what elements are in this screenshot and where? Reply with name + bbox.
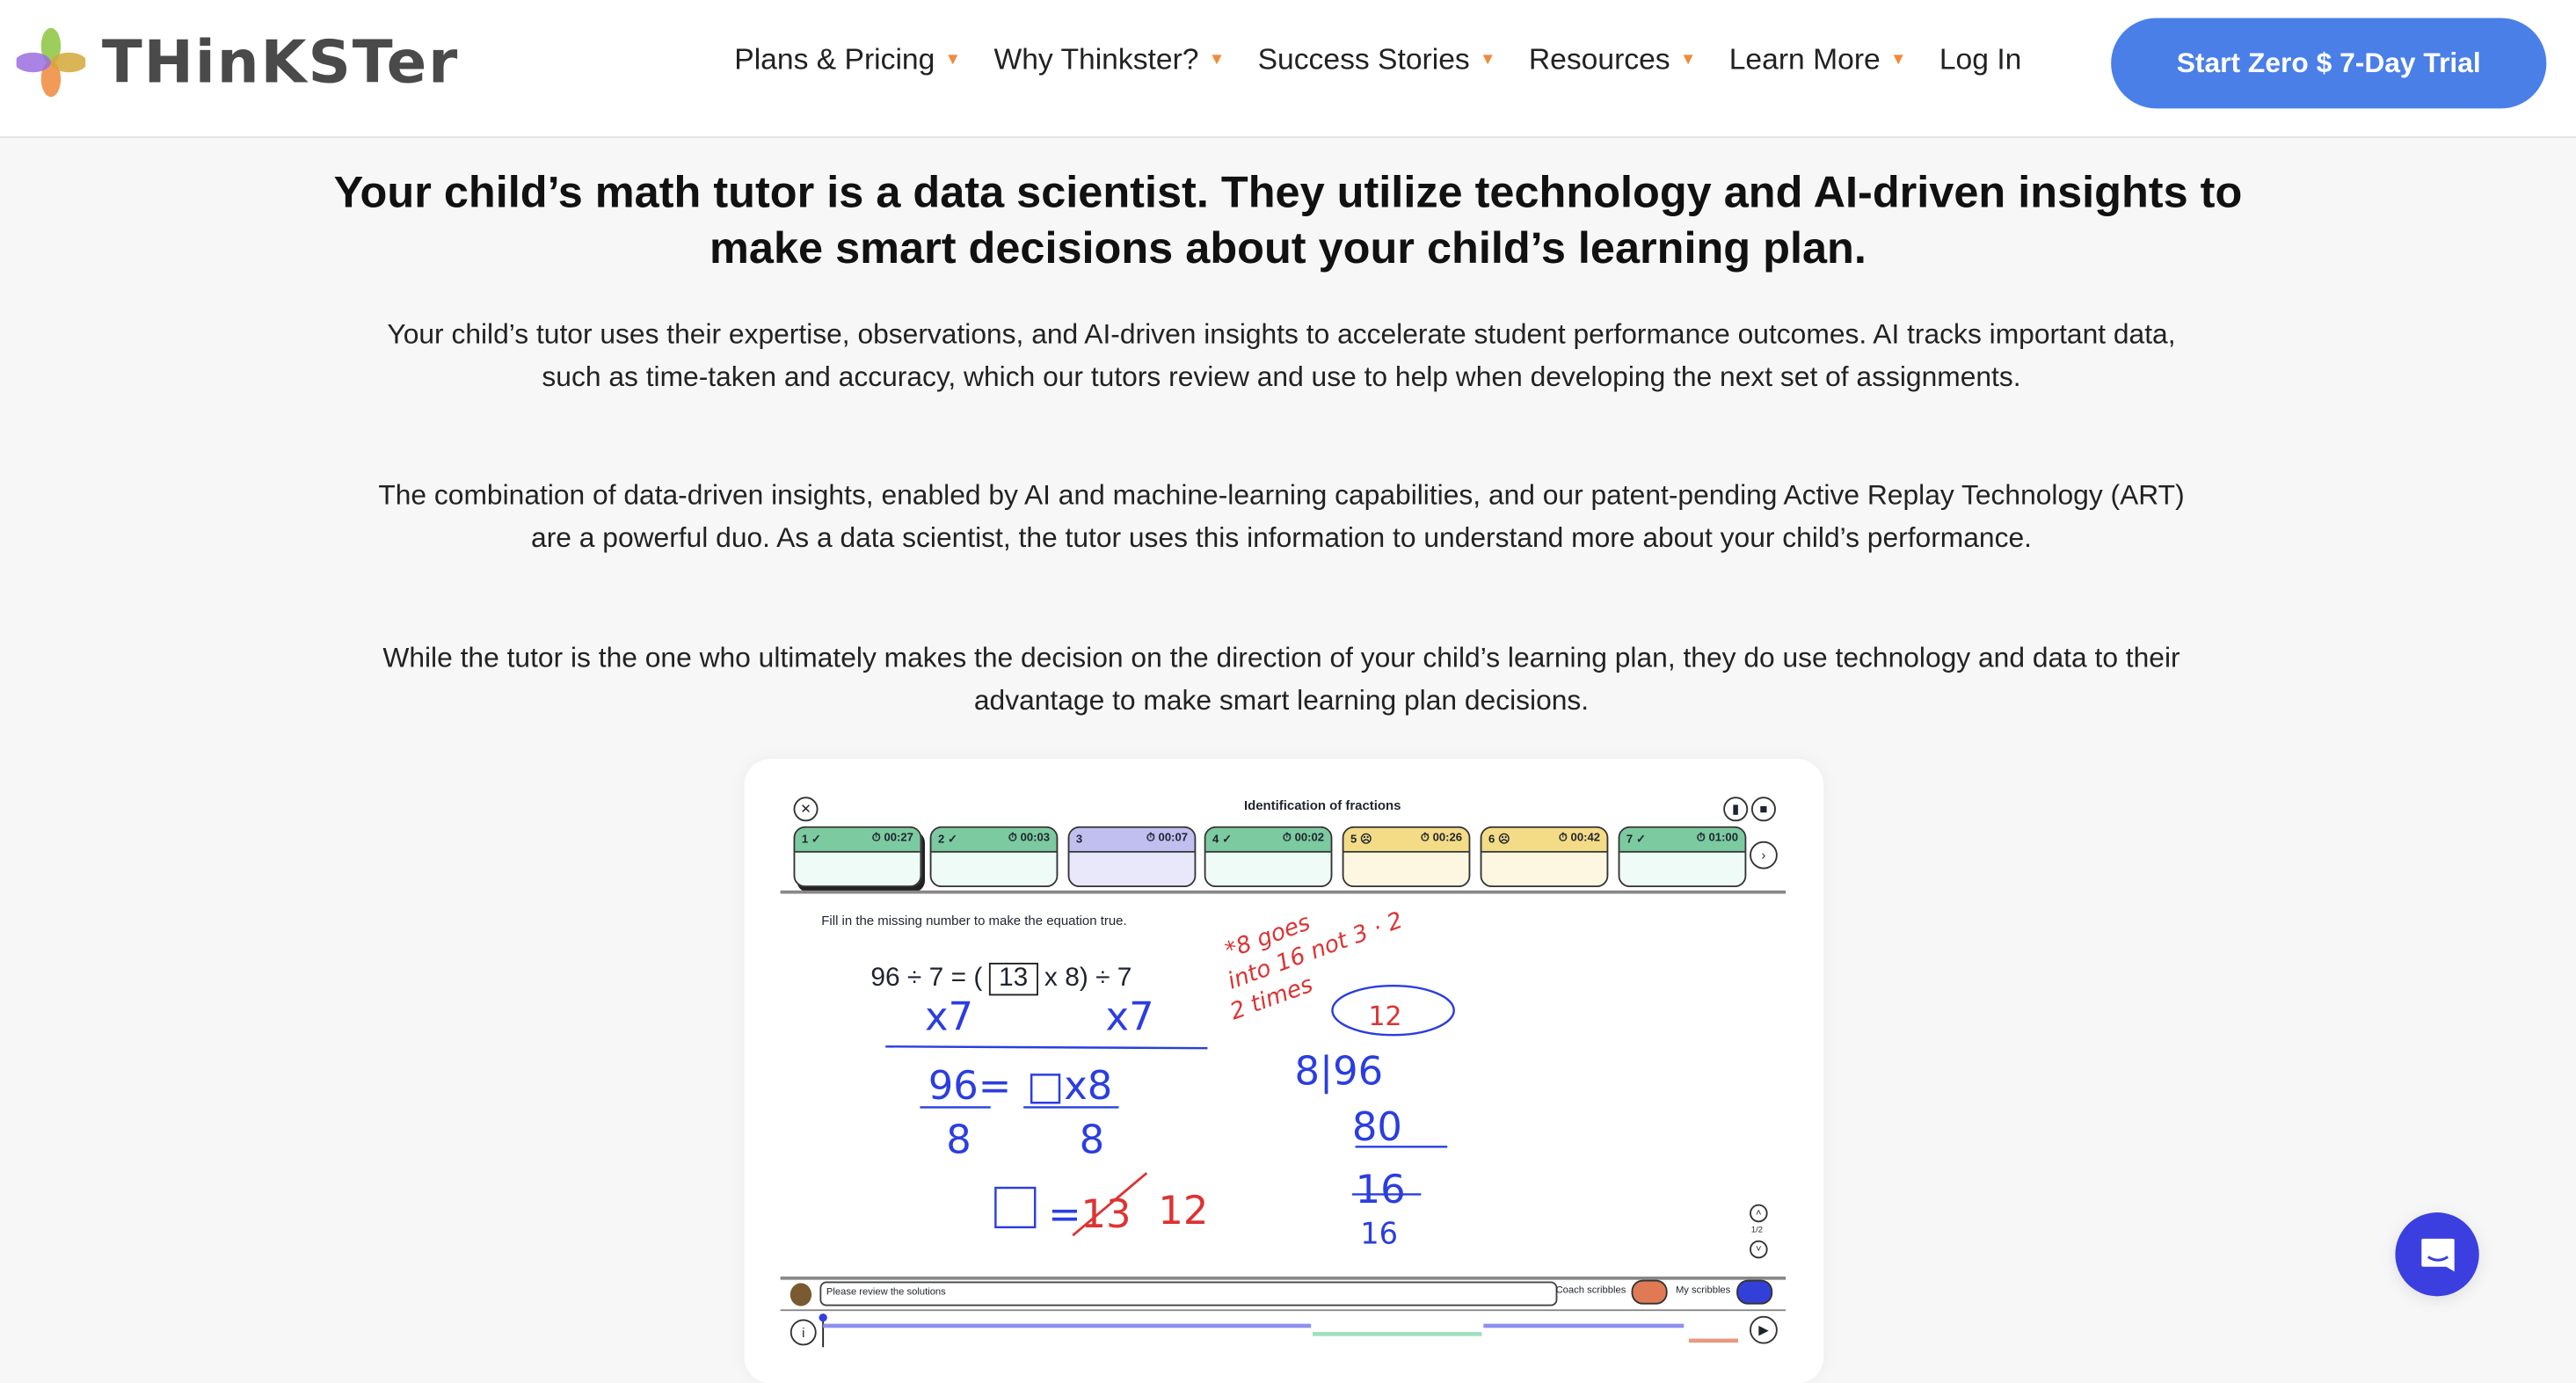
handwriting-scribbles: *8 goes into 16 not 3 · 2 2 times x7 x7 9… — [885, 907, 1455, 1251]
blue-x7b: x7 — [1106, 994, 1154, 1040]
red-12: 12 — [1158, 1187, 1208, 1234]
chevron-down-icon[interactable]: ˅ — [1750, 1240, 1768, 1259]
blue-16b: 16 — [1360, 1217, 1398, 1251]
chevron-up-icon[interactable]: ˄ — [1750, 1204, 1768, 1223]
blue-80: 80 — [1352, 1103, 1402, 1150]
nav-why-thinkster[interactable]: Why Thinkster? ▼ — [993, 43, 1225, 77]
red-ans: 12 — [1369, 1001, 1402, 1032]
app-screenshot: ✕ Identification of fractions ▮ ■ 1 ✓ ⏱ 00… — [744, 759, 1824, 1383]
blue-denom2: 8 — [1080, 1117, 1105, 1163]
replay-timeline[interactable] — [819, 1311, 1755, 1350]
logo-star-icon — [16, 27, 86, 98]
nav-label: Learn More — [1728, 42, 1881, 76]
blue-x7: x7 — [925, 994, 973, 1040]
nav-label: Why Thinkster? — [993, 42, 1199, 76]
nav-label: Success Stories — [1257, 42, 1470, 76]
logo-wordmark: THinKSTer — [101, 28, 460, 97]
start-trial-button[interactable]: Start Zero $ 7-Day Trial — [2111, 18, 2547, 109]
nav-label: Resources — [1528, 42, 1670, 76]
page-headline: Your child’s math tutor is a data scient… — [333, 167, 2243, 273]
chevron-down-icon: ▼ — [944, 50, 962, 69]
nav-label: Plans & Pricing — [734, 42, 935, 76]
login-link[interactable]: Log In — [1939, 43, 2022, 77]
art-paragraph: The combination of data-driven insights,… — [378, 479, 2185, 554]
chat-launcher-button[interactable] — [2395, 1212, 2479, 1297]
nav-success-stories[interactable]: Success Stories ▼ — [1258, 43, 1496, 77]
my-scribbles-label: My scribbles — [1675, 1286, 1731, 1297]
chevron-down-icon: ▼ — [1679, 50, 1697, 69]
blue-frac: 96= — [928, 1062, 1012, 1109]
nav-resources[interactable]: Resources ▼ — [1529, 43, 1697, 77]
chevron-down-icon: ▼ — [1208, 50, 1226, 69]
intro-paragraph: Your child’s tutor uses their expertise,… — [387, 318, 2176, 393]
tutor-avatar — [790, 1283, 812, 1307]
chevron-down-icon: ▼ — [1479, 50, 1496, 69]
main-nav: Plans & Pricing ▼ Why Thinkster? ▼ Success… — [734, 43, 2054, 77]
info-icon[interactable]: i — [790, 1319, 817, 1346]
divider — [780, 1276, 1786, 1280]
play-icon[interactable]: ▶ — [1750, 1315, 1778, 1344]
red-13: 13 — [1081, 1190, 1132, 1237]
coach-scribbles-label: Coach scribbles — [1555, 1286, 1626, 1297]
nav-plans-pricing[interactable]: Plans & Pricing ▼ — [734, 43, 961, 77]
chevron-down-icon: ▼ — [1889, 50, 1907, 69]
blue-denom: 8 — [946, 1117, 971, 1163]
coach-scribbles-toggle[interactable] — [1631, 1279, 1668, 1305]
blue-16: 16 — [1356, 1166, 1406, 1212]
blue-eq: = — [1048, 1190, 1081, 1237]
comment-field[interactable]: Please review the solutions — [819, 1281, 1558, 1307]
page-indicator: 1/2 — [1750, 1225, 1763, 1236]
decision-paragraph: While the tutor is the one who ultimatel… — [382, 642, 2180, 717]
blue-div: 8|96 — [1294, 1047, 1383, 1094]
my-scribbles-toggle[interactable] — [1736, 1279, 1773, 1305]
chat-icon — [2420, 1237, 2454, 1271]
blue-box: □x8 — [1027, 1062, 1112, 1109]
site-header: THinKSTer Plans & Pricing ▼ Why Thinkster… — [0, 0, 2576, 138]
thinkster-logo[interactable]: THinKSTer — [16, 26, 460, 98]
nav-learn-more[interactable]: Learn More ▼ — [1729, 43, 1907, 77]
